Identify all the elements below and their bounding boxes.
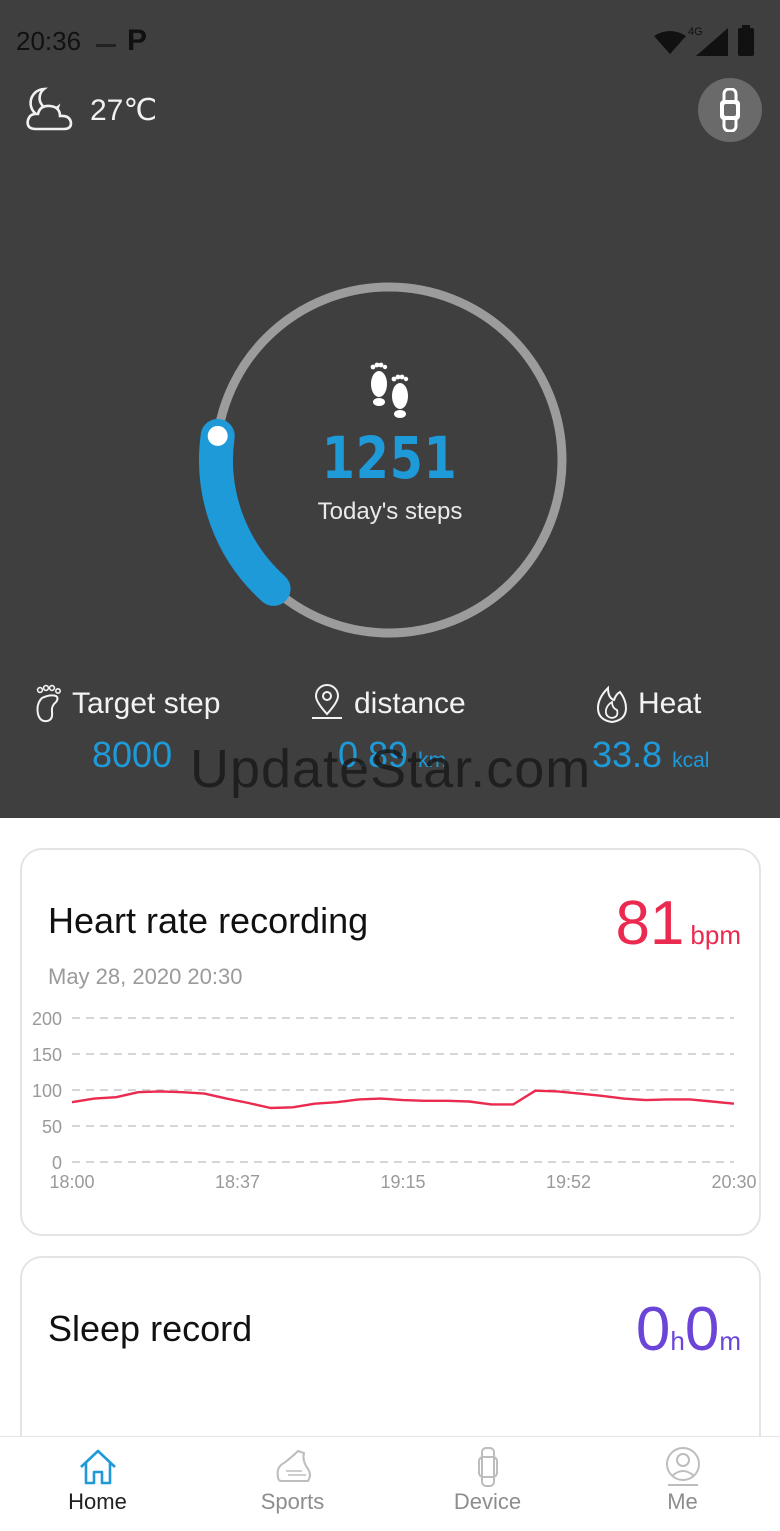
chart-x-tick-label: 19:15 [380, 1172, 425, 1192]
chart-x-tick-label: 19:52 [546, 1172, 591, 1192]
person-icon [665, 1447, 700, 1486]
distance-label: distance [354, 687, 466, 720]
shoe-icon [276, 1449, 311, 1482]
tab-me-label: Me [667, 1489, 698, 1514]
heart-rate-date: May 28, 2020 20:30 [48, 964, 243, 989]
heart-rate-card[interactable]: Heart rate recording 81 bpm May 28, 2020 … [20, 848, 761, 1236]
sleep-minutes-unit: m [719, 1326, 741, 1356]
tab-home-label: Home [68, 1489, 127, 1514]
stat-heat[interactable]: Heat 33.8 kcal [592, 684, 710, 776]
target-step-label: Target step [72, 687, 221, 720]
chart-y-tick-label: 100 [32, 1081, 62, 1101]
footprints-icon [370, 362, 409, 418]
dashboard-header: 20:36 P 4G 27℃ 1251 Today's steps Target… [0, 0, 780, 818]
heart-rate-unit: bpm [690, 920, 741, 950]
steps-summary: 1251 Today's steps [240, 360, 540, 526]
sleep-minutes: 0 [684, 1295, 720, 1364]
chart-x-tick-label: 18:37 [215, 1172, 260, 1192]
watch-icon [477, 1447, 498, 1487]
foot-icon [36, 684, 61, 723]
sleep-duration: 0h0m [636, 1294, 741, 1365]
location-pin-icon [312, 684, 342, 719]
bottom-tab-bar: Home Sports Device Me [0, 1436, 780, 1531]
target-step-value: 8000 [92, 734, 173, 775]
watermark: UpdateStar.com [190, 739, 592, 799]
heart-rate-value: 81 [615, 889, 685, 958]
chart-y-tick-label: 200 [32, 1009, 62, 1029]
tab-home[interactable]: Home [0, 1437, 195, 1531]
heart-rate-value-group: 81 bpm [615, 888, 741, 959]
heat-value: 33.8 [592, 734, 663, 775]
home-icon [79, 1449, 116, 1485]
heart-rate-title: Heart rate recording [48, 900, 369, 941]
chart-y-tick-label: 50 [42, 1117, 62, 1137]
tab-device-label: Device [453, 1489, 522, 1514]
sleep-hours-unit: h [670, 1326, 685, 1356]
chart-x-tick-label: 20:30 [711, 1172, 756, 1192]
chart-x-tick-label: 18:00 [49, 1172, 94, 1192]
tab-sports[interactable]: Sports [195, 1437, 390, 1531]
flame-icon [596, 685, 628, 724]
heat-label: Heat [638, 687, 702, 720]
tab-sports-label: Sports [260, 1489, 325, 1514]
heart-rate-series-line [71, 1089, 735, 1110]
tab-device[interactable]: Device [390, 1437, 585, 1531]
heat-unit: kcal [672, 749, 710, 772]
ring-progress-knob [207, 425, 228, 446]
steps-value: 1251 [322, 424, 458, 492]
steps-label: Today's steps [317, 498, 463, 525]
chart-y-tick-label: 150 [32, 1045, 62, 1065]
tab-me[interactable]: Me [585, 1437, 780, 1531]
sleep-hours: 0 [635, 1295, 671, 1364]
heart-rate-chart: 200 150 100 50 018:00 18:37 19:15 19:52 20:30 [32, 1009, 757, 1192]
sleep-title: Sleep record [48, 1308, 253, 1349]
chart-y-tick-label: 0 [52, 1153, 62, 1173]
